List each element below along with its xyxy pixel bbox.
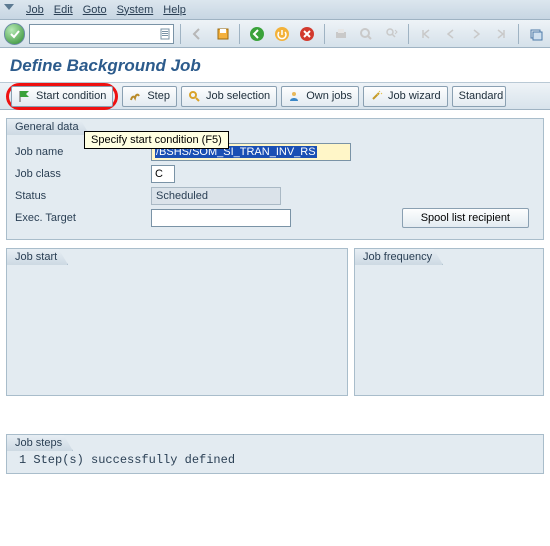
search-icon: [188, 90, 202, 102]
start-condition-label: Start condition: [36, 90, 106, 102]
step-label: Step: [147, 90, 170, 102]
job-start-tab: Job start: [6, 248, 68, 265]
back-icon[interactable]: [187, 23, 208, 45]
system-toolbar: [0, 20, 550, 48]
job-wizard-label: Job wizard: [388, 90, 441, 102]
menu-edit[interactable]: Edit: [54, 4, 73, 16]
content-area: General data Job name /BSHS/SOM_SI_TRAN_…: [0, 110, 550, 488]
person-icon: [288, 90, 302, 102]
step-button[interactable]: Step: [122, 86, 177, 107]
enter-button[interactable]: [4, 23, 25, 45]
last-page-icon: [491, 23, 512, 45]
job-selection-label: Job selection: [206, 90, 270, 102]
start-condition-button[interactable]: Start condition: [11, 86, 113, 107]
flag-icon: [18, 90, 32, 102]
menu-goto[interactable]: Goto: [83, 4, 107, 16]
menu-bar: Job Edit Goto System Help: [0, 0, 550, 20]
own-jobs-label: Own jobs: [306, 90, 352, 102]
print-icon: [331, 23, 352, 45]
job-frequency-group: Job frequency: [354, 248, 544, 396]
status-value: Scheduled: [151, 187, 281, 205]
find-icon: [356, 23, 377, 45]
app-toolbar: Start condition Step Job selection Own j…: [0, 82, 550, 110]
menu-job[interactable]: Job: [26, 4, 44, 16]
wand-icon: [370, 90, 384, 102]
page-title: Define Background Job: [0, 48, 550, 82]
general-data-tab: General data: [6, 118, 90, 135]
job-steps-tab: Job steps: [6, 434, 73, 451]
menu-help[interactable]: Help: [163, 4, 186, 16]
next-page-icon: [466, 23, 487, 45]
job-class-label: Job class: [15, 168, 145, 180]
own-jobs-button[interactable]: Own jobs: [281, 86, 359, 107]
menu-system[interactable]: System: [117, 4, 154, 16]
job-start-group: Job start: [6, 248, 348, 396]
tooltip: Specify start condition (F5): [84, 131, 229, 149]
spool-list-recipient-button[interactable]: Spool list recipient: [402, 208, 529, 228]
job-class-field[interactable]: C: [151, 165, 175, 183]
status-label: Status: [15, 190, 145, 202]
save-icon[interactable]: [212, 23, 233, 45]
job-steps-message: 1 Step(s) successfully defined: [15, 452, 535, 468]
job-steps-group: Job steps 1 Step(s) successfully defined: [6, 434, 544, 474]
exec-target-label: Exec. Target: [15, 212, 145, 224]
steps-icon: [129, 90, 143, 102]
prev-page-icon: [440, 23, 461, 45]
exit-icon[interactable]: [271, 23, 292, 45]
job-frequency-tab: Job frequency: [354, 248, 443, 265]
find-next-icon: [381, 23, 402, 45]
first-page-icon: [415, 23, 436, 45]
highlight-start-condition: Start condition: [6, 83, 118, 110]
command-field[interactable]: [29, 24, 174, 44]
back-green-icon[interactable]: [246, 23, 267, 45]
exec-target-field[interactable]: [151, 209, 291, 227]
job-wizard-button[interactable]: Job wizard: [363, 86, 448, 107]
standard-label: Standard: [459, 90, 504, 102]
standard-jobs-button[interactable]: Standard: [452, 86, 507, 107]
job-selection-button[interactable]: Job selection: [181, 86, 277, 107]
new-session-icon[interactable]: [525, 23, 546, 45]
command-dropdown-icon[interactable]: [159, 27, 171, 41]
cancel-icon[interactable]: [297, 23, 318, 45]
